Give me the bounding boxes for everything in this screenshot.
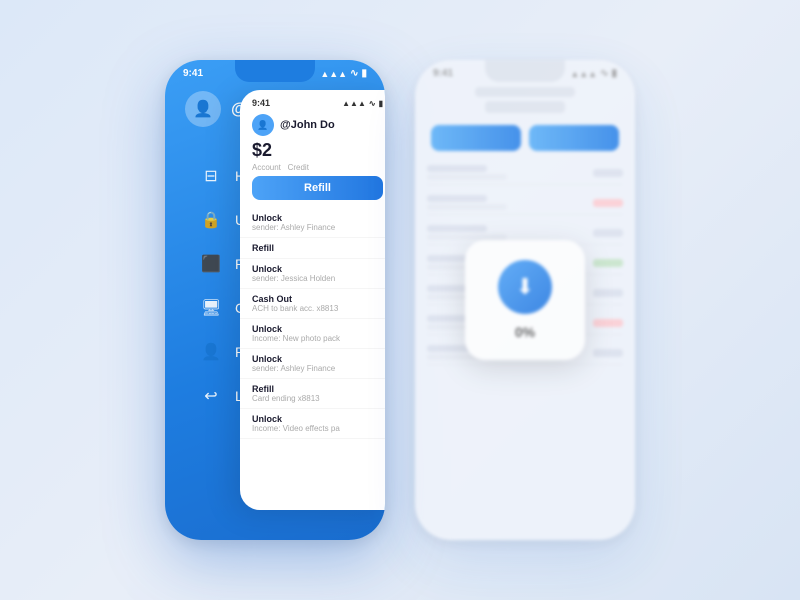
transaction-title: Cash Out (252, 294, 383, 304)
overlay-account-label: Account Credit (240, 163, 385, 176)
list-item: Unlock Income: Video effects pa (240, 409, 385, 439)
overlay-amount: $2 (240, 140, 385, 163)
transaction-title: Refill (252, 384, 383, 394)
row-title (427, 225, 487, 232)
overlay-card: 9:41 ▲▲▲ ∿ ▮ 👤 @John Do $2 Account Credi… (240, 90, 385, 510)
overlay-time: 9:41 (252, 98, 270, 108)
row-value (593, 319, 623, 327)
right-action-buttons (415, 125, 635, 161)
transaction-sub: Income: Video effects pa (252, 424, 383, 433)
avatar-icon: 👤 (193, 99, 213, 119)
row-sub (427, 204, 507, 210)
row-value (593, 289, 623, 297)
row-sub (427, 174, 507, 180)
profile-icon: 👤 (201, 342, 221, 362)
overlay-status-bar: 9:41 ▲▲▲ ∿ ▮ (240, 90, 385, 108)
refill-button[interactable]: Refill (252, 176, 383, 200)
transaction-sub: sender: Jessica Holden (252, 274, 383, 283)
transaction-title: Unlock (252, 213, 383, 223)
transaction-title: Unlock (252, 264, 383, 274)
right-header (415, 79, 635, 125)
row-left (427, 195, 507, 210)
list-item: Unlock sender: Jessica Holden (240, 259, 385, 289)
wifi-icon: ∿ (350, 68, 358, 79)
row-left (427, 165, 507, 180)
right-balance (485, 101, 565, 113)
transaction-title: Unlock (252, 354, 383, 364)
battery-icon-right: ▮ (611, 68, 617, 79)
right-button-2[interactable] (529, 125, 619, 151)
row-left (427, 225, 507, 240)
row-title (427, 195, 487, 202)
download-icon: ⬇ (516, 274, 534, 300)
row-value (593, 229, 623, 237)
table-row (427, 161, 623, 185)
time-right: 9:41 (433, 68, 453, 79)
transaction-sub: Card ending x8813 (252, 394, 383, 403)
transaction-sub: sender: Ashley Finance (252, 223, 383, 232)
battery-icon: ▮ (361, 68, 367, 79)
row-value (593, 349, 623, 357)
logout-icon: ↩ (201, 386, 221, 406)
list-item: Unlock sender: Ashley Finance (240, 208, 385, 238)
overlay-avatar: 👤 (252, 114, 274, 136)
transaction-sub: ACH to bank acc. x8813 (252, 304, 383, 313)
table-row (427, 191, 623, 215)
download-modal: ⬇ 0% (465, 240, 585, 360)
status-icons-left: ▲▲▲ ∿ ▮ (320, 68, 367, 79)
right-button-1[interactable] (431, 125, 521, 151)
overlay-transaction-list: Unlock sender: Ashley Finance Refill Unl… (240, 208, 385, 510)
history-icon: ⊟ (201, 166, 221, 186)
transaction-title: Unlock (252, 324, 383, 334)
lock-icon: 🔒 (201, 210, 221, 230)
overlay-battery-icon: ▮ (379, 99, 383, 108)
phone-notch (235, 60, 315, 82)
signal-bars-icon: ▲▲▲ (320, 69, 347, 79)
transaction-sub: sender: Ashley Finance (252, 364, 383, 373)
phone-notch-right (485, 60, 565, 82)
overlay-status-icons: ▲▲▲ ∿ ▮ (342, 98, 383, 108)
overlay-user-name: @John Do (280, 119, 335, 131)
list-item: Refill Card ending x8813 (240, 379, 385, 409)
left-phone: 9:41 ▲▲▲ ∿ ▮ 👤 @John Doe ⊟ History 🔒 Unl… (165, 60, 385, 540)
avatar: 👤 (185, 91, 221, 127)
wifi-icon-right: ∿ (600, 68, 608, 79)
transaction-title: Unlock (252, 414, 383, 424)
download-icon-circle: ⬇ (498, 260, 552, 314)
overlay-signal-icon: ▲▲▲ (342, 99, 366, 108)
row-value (593, 259, 623, 267)
transaction-title: Refill (252, 243, 383, 253)
list-item: Refill (240, 238, 385, 259)
status-icons-right: ▲▲▲ ∿ ▮ (570, 68, 617, 79)
row-title (427, 165, 487, 172)
signal-icon-right: ▲▲▲ (570, 69, 597, 79)
overlay-header: 👤 @John Do (240, 108, 385, 140)
transaction-sub: Income: New photo pack (252, 334, 383, 343)
list-item: Cash Out ACH to bank acc. x8813 (240, 289, 385, 319)
list-item: Unlock Income: New photo pack (240, 319, 385, 349)
refill-icon: ⬛ (201, 254, 221, 274)
overlay-wifi-icon: ∿ (369, 99, 376, 108)
time-left: 9:41 (183, 68, 203, 79)
right-account-title (475, 87, 575, 97)
row-value (593, 199, 623, 207)
right-phone: 9:41 ▲▲▲ ∿ ▮ (415, 60, 635, 540)
cashout-icon: 🖥 (201, 298, 221, 318)
row-value (593, 169, 623, 177)
download-percent: 0% (515, 324, 535, 340)
overlay-avatar-icon: 👤 (257, 120, 268, 131)
list-item: Unlock sender: Ashley Finance (240, 349, 385, 379)
